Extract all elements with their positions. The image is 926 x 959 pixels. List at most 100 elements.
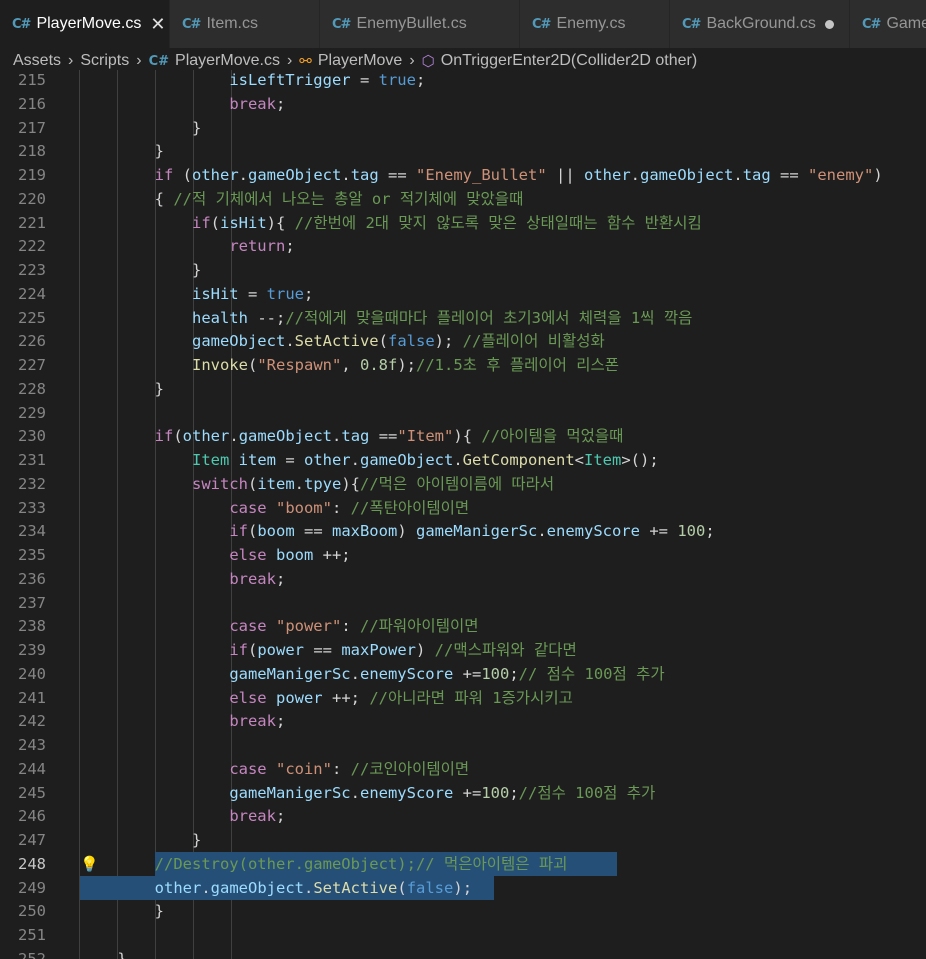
line-number: 246 — [18, 807, 46, 826]
code-line[interactable]: 235 else boom ++; — [0, 544, 926, 568]
code-line[interactable]: 243 — [0, 734, 926, 758]
code-text[interactable]: Invoke("Respawn", 0.8f);//1.5초 후 플레이어 리스… — [80, 354, 619, 378]
code-line[interactable]: 224 isHit = true; — [0, 283, 926, 307]
code-line[interactable]: 222 return; — [0, 235, 926, 259]
tab-enemybullet-cs[interactable]: C# EnemyBullet.cs — [320, 0, 520, 48]
csharp-file-icon: C# — [148, 53, 170, 69]
code-line[interactable]: 233 case "boom": //폭탄아이템이면 — [0, 497, 926, 521]
code-text[interactable]: case "boom": //폭탄아이템이면 — [80, 497, 469, 521]
code-line[interactable]: 230 if(other.gameObject.tag =="Item"){ /… — [0, 425, 926, 449]
code-line[interactable]: 229 — [0, 402, 926, 426]
code-text[interactable]: } — [80, 378, 164, 402]
code-text[interactable]: break; — [80, 568, 285, 592]
code-text[interactable]: isHit = true; — [80, 283, 313, 307]
code-text[interactable]: if(boom == maxBoom) gameManigerSc.enemyS… — [80, 520, 714, 544]
code-text[interactable]: case "power": //파워아이템이면 — [80, 615, 478, 639]
code-text[interactable]: other.gameObject.SetActive(false); — [80, 877, 472, 901]
code-line[interactable]: 252 } — [0, 948, 926, 959]
code-text[interactable]: isLeftTrigger = true; — [80, 70, 425, 93]
code-line[interactable]: 218 } — [0, 140, 926, 164]
code-line[interactable]: 231 Item item = other.gameObject.GetComp… — [0, 449, 926, 473]
code-line[interactable]: 249 other.gameObject.SetActive(false); — [0, 877, 926, 901]
code-line[interactable]: 232 switch(item.tpye){//먹은 아이템이름에 따라서 — [0, 473, 926, 497]
breadcrumb-file[interactable]: PlayerMove.cs — [175, 52, 280, 70]
unsaved-dot-icon[interactable] — [824, 19, 834, 29]
breadcrumb-class[interactable]: PlayerMove — [318, 52, 402, 70]
code-text[interactable]: if(isHit){ //한번에 2대 맞지 않도록 맞은 상태일때는 함수 반… — [80, 212, 702, 236]
code-text[interactable]: } — [80, 900, 164, 924]
tab-playermove-cs[interactable]: C# PlayerMove.cs ✕ — [0, 0, 170, 48]
code-line[interactable]: 228 } — [0, 378, 926, 402]
code-line[interactable]: 234 if(boom == maxBoom) gameManigerSc.en… — [0, 520, 926, 544]
code-line[interactable]: 219 if (other.gameObject.tag == "Enemy_B… — [0, 164, 926, 188]
line-number: 218 — [18, 142, 46, 161]
code-text[interactable]: } — [80, 829, 201, 853]
code-line[interactable]: 216 break; — [0, 93, 926, 117]
tab-enemy-cs[interactable]: C# Enemy.cs — [520, 0, 670, 48]
tab-item-cs[interactable]: C# Item.cs — [170, 0, 320, 48]
chevron-right-icon: › — [409, 52, 415, 69]
code-text[interactable]: gameManigerSc.enemyScore +=100;//점수 100점… — [80, 782, 655, 806]
tab-background-cs[interactable]: C# BackGround.cs — [670, 0, 850, 48]
csharp-file-icon: C# — [332, 16, 351, 32]
code-text[interactable]: switch(item.tpye){//먹은 아이템이름에 따라서 — [80, 473, 554, 497]
code-line[interactable]: 226 gameObject.SetActive(false); //플레이어 … — [0, 330, 926, 354]
code-text[interactable]: health --;//적에게 맞을때마다 플레이어 초기3에서 체력을 1씩 … — [80, 307, 692, 331]
breadcrumb-method[interactable]: OnTriggerEnter2D(Collider2D other) — [441, 52, 697, 70]
code-text[interactable]: else power ++; //아니라면 파워 1증가시키고 — [80, 687, 573, 711]
code-line[interactable]: 227 Invoke("Respawn", 0.8f);//1.5초 후 플레이… — [0, 354, 926, 378]
code-line[interactable]: 217 } — [0, 117, 926, 141]
code-line[interactable]: 238 case "power": //파워아이템이면 — [0, 615, 926, 639]
code-line[interactable]: 220 { //적 기체에서 나오는 총알 or 적기체에 맞았을때 — [0, 188, 926, 212]
code-text[interactable]: gameManigerSc.enemyScore +=100;// 점수 100… — [80, 663, 664, 687]
code-line[interactable]: 215 isLeftTrigger = true; — [0, 70, 926, 93]
code-text[interactable]: } — [80, 140, 164, 164]
code-line[interactable]: 246 break; — [0, 805, 926, 829]
code-line[interactable]: 250 } — [0, 900, 926, 924]
code-text[interactable]: if(power == maxPower) //맥스파워와 같다면 — [80, 639, 576, 663]
tab-label: Enemy.cs — [556, 15, 626, 32]
code-text[interactable]: Item item = other.gameObject.GetComponen… — [80, 449, 659, 473]
code-text[interactable]: if(other.gameObject.tag =="Item"){ //아이템… — [80, 425, 624, 449]
code-text[interactable]: if (other.gameObject.tag == "Enemy_Bulle… — [80, 164, 883, 188]
code-text[interactable]: gameObject.SetActive(false); //플레이어 비활성화 — [80, 330, 605, 354]
code-line[interactable]: 236 break; — [0, 568, 926, 592]
code-editor[interactable]: 💡 215 isLeftTrigger = true; 216 break; 217… — [0, 70, 926, 959]
code-line[interactable]: 248 //Destroy(other.gameObject);// 먹은아이템… — [0, 853, 926, 877]
line-number: 230 — [18, 427, 46, 446]
code-line[interactable]: 237 — [0, 592, 926, 616]
breadcrumb-scripts[interactable]: Scripts — [80, 52, 129, 70]
code-line[interactable]: 239 if(power == maxPower) //맥스파워와 같다면 — [0, 639, 926, 663]
code-text[interactable]: } — [80, 259, 201, 283]
code-text[interactable]: case "coin": //코인아이템이면 — [80, 758, 469, 782]
code-line[interactable]: 251 — [0, 924, 926, 948]
line-number: 226 — [18, 332, 46, 351]
tab-label: GameM — [886, 15, 926, 32]
code-text[interactable]: { //적 기체에서 나오는 총알 or 적기체에 맞았을때 — [80, 188, 524, 212]
code-text[interactable]: else boom ++; — [80, 544, 350, 568]
code-line[interactable]: 223 } — [0, 259, 926, 283]
code-text[interactable]: break; — [80, 805, 285, 829]
code-line[interactable]: 247 } — [0, 829, 926, 853]
code-text[interactable]: break; — [80, 93, 285, 117]
line-number: 247 — [18, 831, 46, 849]
code-line[interactable]: 242 break; — [0, 710, 926, 734]
breadcrumb-assets[interactable]: Assets — [13, 52, 61, 70]
code-line[interactable]: 221 if(isHit){ //한번에 2대 맞지 않도록 맞은 상태일때는 … — [0, 212, 926, 236]
code-line[interactable]: 241 else power ++; //아니라면 파워 1증가시키고 — [0, 687, 926, 711]
code-line[interactable]: 245 gameManigerSc.enemyScore +=100;//점수 … — [0, 782, 926, 806]
tab-gamem[interactable]: C# GameM — [850, 0, 926, 48]
line-number: 251 — [18, 926, 46, 944]
code-text[interactable]: return; — [80, 235, 294, 259]
code-line[interactable]: 240 gameManigerSc.enemyScore +=100;// 점수… — [0, 663, 926, 687]
code-line[interactable]: 244 case "coin": //코인아이템이면 — [0, 758, 926, 782]
code-text[interactable]: //Destroy(other.gameObject);// 먹은아이템은 파괴 — [80, 853, 568, 877]
line-number: 220 — [18, 189, 46, 208]
close-icon[interactable]: ✕ — [150, 14, 165, 35]
editor-tab-bar: C# PlayerMove.cs ✕ C# Item.cs C# EnemyBullet.c… — [0, 0, 926, 48]
code-text[interactable]: break; — [80, 710, 285, 734]
line-number: 224 — [18, 284, 46, 303]
code-line[interactable]: 225 health --;//적에게 맞을때마다 플레이어 초기3에서 체력을… — [0, 307, 926, 331]
code-text[interactable]: } — [80, 117, 201, 141]
code-text[interactable]: } — [80, 948, 126, 959]
